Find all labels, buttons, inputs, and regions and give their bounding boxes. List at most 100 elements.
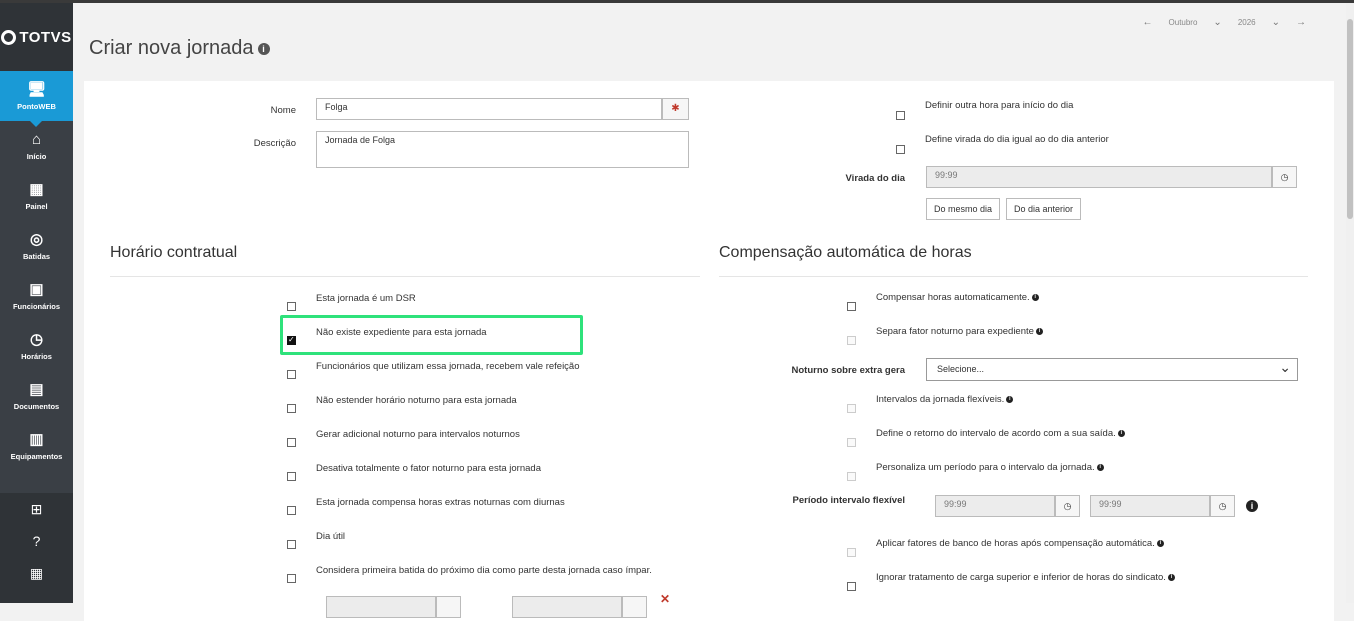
separa-label: Separa fator noturno para expediente i [876, 326, 1043, 337]
aplicar-fatores-checkbox[interactable] [847, 548, 856, 557]
periodo-fim-input[interactable]: 99:99 [1090, 495, 1210, 517]
dsr-checkbox[interactable] [287, 302, 296, 311]
building-icon[interactable]: ▦ [0, 557, 73, 589]
noturno-select[interactable]: Selecione... [926, 358, 1298, 381]
sidebar-item-equipamentos[interactable]: ▥ Equipamentos [0, 421, 73, 471]
totvs-logo[interactable]: TOTVS [0, 3, 73, 71]
info-icon[interactable]: i [1031, 293, 1039, 301]
periodo-inicio-input[interactable]: 99:99 [935, 495, 1055, 517]
brand-name: TOTVS [19, 28, 72, 46]
main-content: ← Outubro ⌄ 2026 ⌄ → Criar nova jornada i… [73, 3, 1346, 621]
sidebar-item-painel[interactable]: ▦ Painel [0, 171, 73, 221]
personaliza-checkbox[interactable] [847, 472, 856, 481]
adicional-noturno-checkbox[interactable] [287, 438, 296, 447]
sidebar-item-horarios[interactable]: ◷ Horários [0, 321, 73, 371]
monitor-icon: 🖥 [26, 80, 47, 98]
periodo-label: Período intervalo flexível [792, 495, 905, 506]
clock-icon[interactable]: ◷ [1210, 495, 1235, 517]
info-icon[interactable]: i [1156, 539, 1164, 547]
clock-icon[interactable] [436, 596, 461, 618]
intervalos-checkbox[interactable] [847, 404, 856, 413]
virada-label: Virada do dia [845, 173, 905, 184]
badge-icon: ▣ [29, 280, 44, 298]
info-icon[interactable]: i [257, 42, 270, 55]
sidebar-item-label: Batidas [22, 251, 51, 261]
fingerprint-icon: ◎ [29, 230, 44, 248]
clock-icon[interactable]: ◷ [1272, 166, 1297, 188]
home-icon: ⌂ [31, 130, 42, 148]
next-arrow-icon[interactable]: → [1296, 17, 1306, 28]
info-icon[interactable]: i [1246, 500, 1258, 512]
device-icon: ▥ [29, 430, 44, 448]
vale-refeicao-checkbox[interactable] [287, 370, 296, 379]
scrollbar[interactable] [1346, 3, 1354, 603]
clock-icon[interactable]: ◷ [1055, 495, 1080, 517]
remove-icon[interactable]: ✕ [660, 592, 670, 606]
virada-input[interactable]: 99:99 [926, 166, 1272, 188]
option-label: Não estender horário noturno para esta j… [316, 395, 517, 406]
sidebar-item-funcionarios[interactable]: ▣ Funcionários [0, 271, 73, 321]
help-icon[interactable]: ? [0, 525, 73, 557]
chevron-down-icon[interactable]: ⌄ [1272, 17, 1280, 28]
clock-icon: ◷ [29, 330, 44, 348]
sidebar-item-label: Documentos [13, 401, 60, 411]
option-label: Dia útil [316, 531, 346, 542]
dia-util-checkbox[interactable] [287, 540, 296, 549]
compensa-horas-noturnas-checkbox[interactable] [287, 506, 296, 515]
prev-arrow-icon[interactable]: ← [1143, 17, 1153, 28]
define-virada-label: Define virada do dia igual ao do dia ant… [925, 134, 1109, 145]
info-icon[interactable]: i [1096, 463, 1104, 471]
ignorar-tratamento-checkbox[interactable] [847, 582, 856, 591]
clock-icon[interactable] [622, 596, 647, 618]
define-virada-checkbox[interactable] [896, 145, 905, 154]
nome-input[interactable]: Folga [316, 98, 662, 120]
month-select[interactable]: Outubro [1169, 18, 1198, 27]
sidebar-item-batidas[interactable]: ◎ Batidas [0, 221, 73, 271]
scrollbar-thumb[interactable] [1347, 19, 1353, 219]
compensar-label: Compensar horas automaticamente. i [876, 292, 1039, 303]
descricao-textarea[interactable]: Jornada de Folga [316, 131, 689, 168]
info-icon[interactable]: i [1167, 573, 1175, 581]
time-input[interactable] [326, 596, 436, 618]
dashboard-icon: ▦ [29, 180, 44, 198]
ignorar-label: Ignorar tratamento de carga superior e i… [876, 572, 1175, 583]
do-mesmo-dia-button[interactable]: Do mesmo dia [926, 198, 1001, 220]
chevron-down-icon[interactable]: ⌄ [1213, 17, 1221, 28]
time-input[interactable] [512, 596, 622, 618]
info-icon[interactable]: i [1035, 327, 1043, 335]
option-label: Considera primeira batida do próximo dia… [316, 565, 652, 576]
page-title: Criar nova jornada i [89, 37, 270, 60]
form-card: Nome Folga ✱ Descrição Jornada de Folga … [84, 81, 1334, 621]
do-dia-anterior-button[interactable]: Do dia anterior [1006, 198, 1082, 220]
sidebar-item-label: Equipamentos [10, 451, 63, 461]
sidebar: TOTVS 🖥 PontoWEB ⌂ Início ▦ Painel ◎ Bat… [0, 3, 73, 603]
horario-contratual-title: Horário contratual [110, 244, 238, 261]
sidebar-item-documentos[interactable]: ▤ Documentos [0, 371, 73, 421]
page-title-text: Criar nova jornada [89, 37, 254, 59]
sidebar-bottom: ⊞ ? ▦ [0, 493, 73, 603]
option-label: Esta jornada compensa horas extras notur… [316, 497, 565, 508]
definir-outra-hora-checkbox[interactable] [896, 111, 905, 120]
option-label: Desativa totalmente o fator noturno para… [316, 463, 541, 474]
separa-checkbox[interactable] [847, 336, 856, 345]
desativa-fator-noturno-checkbox[interactable] [287, 472, 296, 481]
info-icon[interactable]: i [1117, 429, 1125, 437]
sidebar-item-inicio[interactable]: ⌂ Início [0, 121, 73, 171]
option-label: Esta jornada é um DSR [316, 293, 416, 304]
primeira-batida-checkbox[interactable] [287, 574, 296, 583]
compensar-checkbox[interactable] [847, 302, 856, 311]
define-retorno-label: Define o retorno do intervalo de acordo … [876, 428, 1125, 439]
option-label: Funcionários que utilizam essa jornada, … [316, 361, 580, 372]
grid-icon[interactable]: ⊞ [0, 493, 73, 525]
required-asterisk-icon: ✱ [662, 98, 689, 120]
sidebar-item-label: Início [26, 151, 47, 161]
sidebar-item-pontoweb[interactable]: 🖥 PontoWEB [0, 71, 73, 127]
nao-estender-noturno-checkbox[interactable] [287, 404, 296, 413]
divider [110, 276, 700, 277]
noturno-label: Noturno sobre extra gera [791, 365, 906, 376]
info-icon[interactable]: i [1006, 395, 1014, 403]
sem-expediente-checkbox[interactable] [287, 335, 296, 345]
year-select[interactable]: 2026 [1238, 18, 1256, 27]
divider [719, 276, 1308, 277]
define-retorno-checkbox[interactable] [847, 438, 856, 447]
